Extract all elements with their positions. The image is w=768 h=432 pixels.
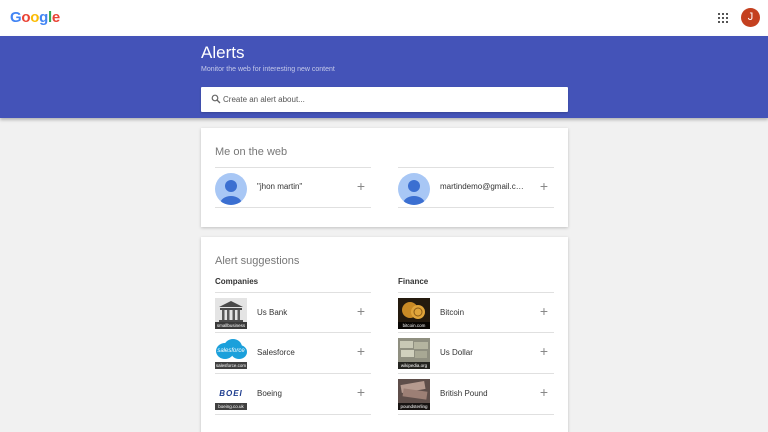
add-alert-plus-icon[interactable]: + [357,385,365,399]
thumbnail-source: bitcoin.com [398,322,430,329]
boeing-thumbnail: BOEI boeing.co.uk [215,379,247,410]
add-alert-plus-icon[interactable]: + [540,385,548,399]
us-bank-thumbnail: smallbusiness [215,298,247,329]
suggestion-item[interactable]: BOEI boeing.co.uk Boeing + [215,374,371,415]
add-alert-plus-icon[interactable]: + [540,304,548,318]
add-alert-plus-icon[interactable]: + [540,179,548,193]
finance-heading: Finance [398,277,429,286]
person-avatar-icon [398,173,430,205]
alerts-banner: Alerts Monitor the web for interesting n… [0,36,768,118]
me-on-web-label: martindemo@gmail.com [440,182,525,191]
add-alert-plus-icon[interactable]: + [540,344,548,358]
suggestion-label: Salesforce [257,348,295,357]
suggestion-item[interactable]: salesforce salesforce.com Salesforce + [215,333,371,374]
thumbnail-source: salesforce.com [215,362,247,369]
me-on-web-item[interactable]: "jhon martin" + [215,167,371,208]
add-alert-plus-icon[interactable]: + [357,179,365,193]
suggestion-label: Us Dollar [440,348,473,357]
suggestion-label: Bitcoin [440,308,465,317]
apps-grid-icon[interactable] [718,13,728,23]
add-alert-plus-icon[interactable]: + [357,344,365,358]
thumbnail-source: poundsterling [398,403,430,410]
companies-heading: Companies [215,277,259,286]
thumbnail-source: boeing.co.uk [215,403,247,410]
logo-letter: g [39,9,48,26]
logo-letter: o [30,9,40,26]
search-icon [211,94,221,104]
create-alert-input[interactable] [223,87,563,112]
bitcoin-thumbnail: bitcoin.com [398,298,430,329]
thumbnail-source: wikipedia.org [398,362,430,369]
logo-letter: o [21,9,31,26]
suggestion-item[interactable]: smallbusiness Us Bank + [215,292,371,333]
page-title: Alerts [201,43,245,62]
me-on-web-label: "jhon martin" [257,182,303,191]
logo-letter: G [10,9,22,26]
top-bar: Google J [0,0,768,36]
british-pound-thumbnail: poundsterling [398,379,430,410]
suggestion-label: Us Bank [257,308,288,317]
suggestion-item[interactable]: wikipedia.org Us Dollar + [398,333,554,374]
salesforce-thumbnail: salesforce salesforce.com [215,338,247,369]
me-on-web-item[interactable]: martindemo@gmail.com + [398,167,554,208]
logo-letter: e [51,9,60,26]
alert-search-box[interactable] [201,87,568,112]
thumbnail-source: smallbusiness [215,322,247,329]
us-dollar-thumbnail: wikipedia.org [398,338,430,369]
page-subtitle: Monitor the web for interesting new cont… [201,66,335,73]
suggestion-label: Boeing [257,389,282,398]
alert-suggestions-card: Alert suggestions Companies Finance smal… [201,237,568,432]
boeing-logo-text: BOEI [219,389,243,398]
google-logo[interactable]: Google [10,9,60,26]
salesforce-logo-text: salesforce [217,348,245,354]
suggestion-label: British Pound [440,389,488,398]
add-alert-plus-icon[interactable]: + [357,304,365,318]
me-on-web-title: Me on the web [215,146,288,158]
me-on-web-card: Me on the web "jhon martin" + martindemo… [201,128,568,227]
account-avatar[interactable]: J [741,8,760,27]
suggestion-item[interactable]: bitcoin.com Bitcoin + [398,292,554,333]
alert-suggestions-title: Alert suggestions [215,255,300,267]
suggestion-item[interactable]: poundsterling British Pound + [398,374,554,415]
person-avatar-icon [215,173,247,205]
